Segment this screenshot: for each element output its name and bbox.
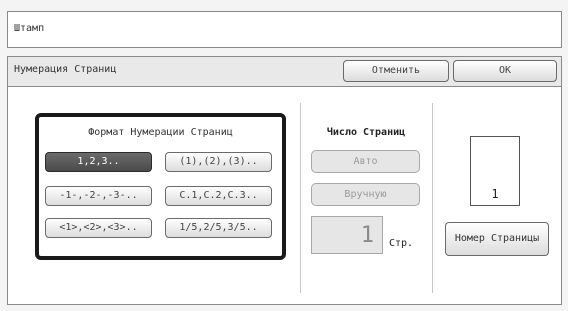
manual-button[interactable]: Вручную (311, 183, 420, 206)
format-title: Формат Нумерации Страниц (88, 127, 233, 138)
page-count-field[interactable]: 1 (311, 216, 383, 254)
format-option-1[interactable]: 1,2,3.. (45, 152, 152, 172)
page-preview: 1 (470, 136, 520, 206)
stamp-title: Штамп (14, 23, 45, 34)
divider (300, 103, 301, 293)
cancel-button[interactable]: Отменить (343, 60, 449, 82)
page-number-button[interactable]: Номер Страницы (445, 222, 549, 256)
stamp-bar: Штамп (7, 11, 562, 48)
format-option-3[interactable]: -1-,-2-,-3-.. (45, 186, 152, 206)
panel-title: Нумерация Страниц (14, 64, 117, 75)
format-option-4[interactable]: C.1,C.2,C.3.. (165, 186, 272, 206)
preview-number: 1 (491, 187, 499, 201)
ok-button[interactable]: OK (453, 60, 557, 82)
format-option-6[interactable]: 1/5,2/5,3/5.. (165, 218, 272, 238)
format-option-2[interactable]: (1),(2),(3).. (165, 152, 272, 172)
divider (432, 103, 433, 293)
page-count-title: Число Страниц (326, 127, 406, 138)
auto-button[interactable]: Авто (311, 150, 420, 173)
format-option-5[interactable]: <1>,<2>,<3>.. (45, 218, 152, 238)
page-count-unit: Стр. (389, 238, 414, 249)
